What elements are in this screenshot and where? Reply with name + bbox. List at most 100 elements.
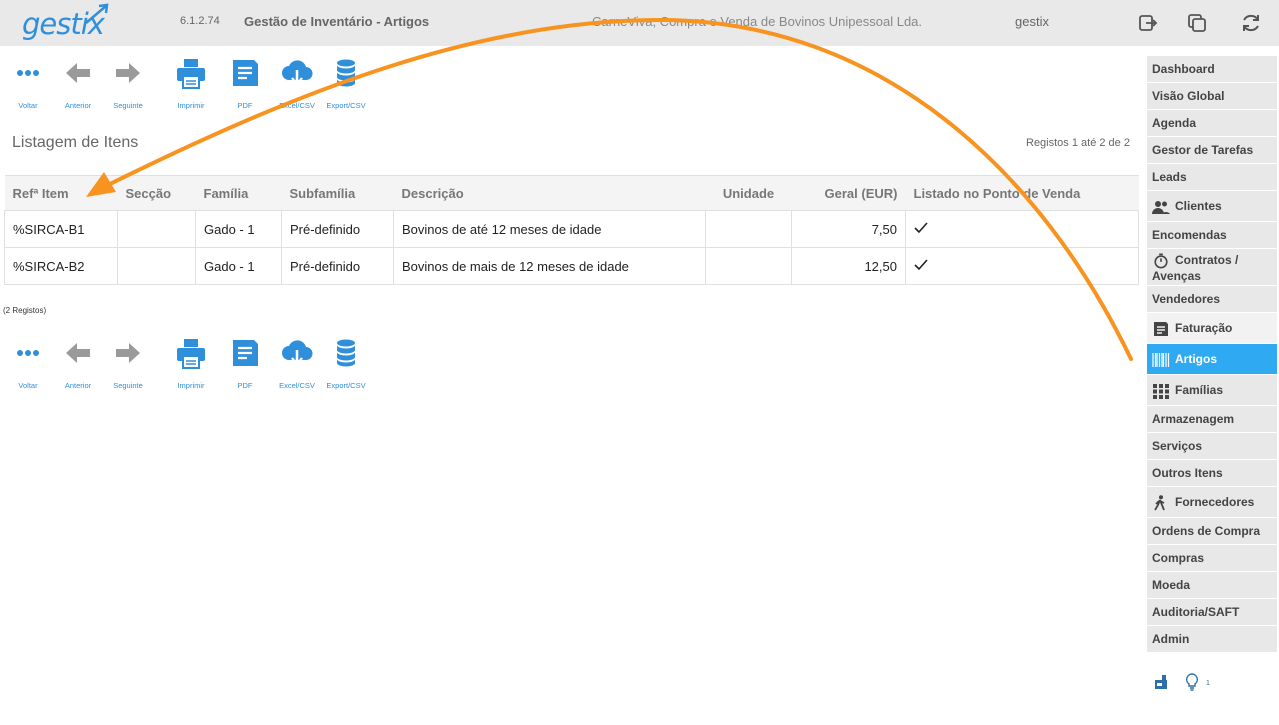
sidebar-item-armazenagem[interactable]: Armazenagem: [1147, 406, 1277, 433]
pdf-label: PDF: [237, 101, 253, 110]
refresh-icon[interactable]: [1240, 12, 1262, 34]
sidebar-item-label: Visão Global: [1152, 89, 1225, 103]
sidebar-item-label: Famílias: [1175, 383, 1224, 397]
sidebar-item-label: Fornecedores: [1175, 495, 1255, 509]
sidebar-item-compras[interactable]: Compras: [1147, 545, 1277, 572]
sidebar-item-outros-itens[interactable]: Outros Itens: [1147, 460, 1277, 487]
more-dots-icon: [17, 70, 39, 76]
excel-csv-button[interactable]: Excel/CSV: [269, 338, 325, 394]
cell-ref[interactable]: %SIRCA-B2: [4, 247, 118, 285]
anterior-label: Anterior: [64, 381, 92, 390]
sidebar-item-label: Vendedores: [1152, 292, 1221, 306]
cell-geral: 12,50: [791, 247, 906, 285]
cell-seccao: [117, 247, 196, 285]
col-seccao[interactable]: Secção: [117, 175, 196, 211]
sidebar-item-encomendas[interactable]: Encomendas: [1147, 222, 1277, 249]
cloud-download-icon: [282, 60, 313, 86]
copy-window-icon[interactable]: [1186, 12, 1208, 34]
logo-arrow-icon: [85, 3, 109, 24]
cell-unidade: [705, 247, 792, 285]
anterior-button[interactable]: Anterior: [50, 58, 106, 114]
table-row[interactable]: %SIRCA-B1 Gado - 1 Pré-definido Bovinos …: [4, 210, 1139, 248]
imprimir-button[interactable]: Imprimir: [163, 338, 219, 394]
export-csv-button[interactable]: Export/CSV: [318, 338, 374, 394]
export-csv-button[interactable]: Export/CSV: [318, 58, 374, 114]
more-dots-icon: [17, 350, 39, 356]
sidebar-item-label: Gestor de Tarefas: [1152, 143, 1254, 157]
sidebar-item-auditoria[interactable]: Auditoria/SAFT: [1147, 599, 1277, 626]
col-familia[interactable]: Família: [195, 175, 282, 211]
sidebar-item-dashboard[interactable]: Dashboard: [1147, 56, 1277, 83]
pdf-button[interactable]: PDF: [217, 58, 273, 114]
col-listado[interactable]: Listado no Ponto de Venda: [905, 175, 1139, 211]
cell-listado: [905, 210, 1139, 248]
records-range: Registos 1 até 2 de 2: [1026, 137, 1130, 149]
sidebar-item-moeda[interactable]: Moeda: [1147, 572, 1277, 599]
sidebar-item-label: Admin: [1152, 632, 1190, 646]
seguinte-label: Seguinte: [113, 101, 143, 110]
walking-person-icon: [1154, 495, 1165, 511]
save-icon[interactable]: [1153, 674, 1169, 690]
seguinte-button[interactable]: Seguinte: [100, 338, 156, 394]
voltar-label: Voltar: [18, 381, 38, 390]
users-icon: [1152, 200, 1170, 214]
pdf-document-icon: [233, 340, 258, 366]
sidebar-item-clientes[interactable]: Clientes: [1147, 191, 1277, 222]
module-title: Gestão de Inventário - Artigos: [244, 14, 430, 29]
company-name: CarneViva, Compra e Venda de Bovinos Uni…: [592, 14, 923, 29]
voltar-button[interactable]: Voltar: [0, 338, 56, 394]
sidebar-item-familias[interactable]: Famílias: [1147, 375, 1277, 406]
col-ref[interactable]: Refª Item: [4, 175, 118, 211]
cell-descricao: Bovinos de até 12 meses de idade: [393, 210, 706, 248]
sidebar-item-label: Armazenagem: [1152, 412, 1235, 426]
col-descricao[interactable]: Descrição: [393, 175, 706, 211]
voltar-button[interactable]: Voltar: [0, 58, 56, 114]
pdf-button[interactable]: PDF: [217, 338, 273, 394]
sidebar-item-fornecedores[interactable]: Fornecedores: [1147, 487, 1277, 518]
sidebar-item-label: Compras: [1152, 551, 1205, 565]
imprimir-label: Imprimir: [177, 101, 205, 110]
arrow-left-icon: [66, 63, 90, 83]
col-subfamilia[interactable]: Subfamília: [281, 175, 394, 211]
sidebar-item-label: Agenda: [1152, 116, 1197, 130]
sidebar-item-faturacao[interactable]: Faturação: [1147, 313, 1277, 344]
col-unidade[interactable]: Unidade: [705, 175, 792, 211]
lightbulb-icon[interactable]: [1185, 673, 1199, 691]
sidebar-item-leads[interactable]: Leads: [1147, 164, 1277, 191]
sidebar-item-admin[interactable]: Admin: [1147, 626, 1277, 653]
printer-icon: [177, 339, 205, 369]
sidebar-item-servicos[interactable]: Serviços: [1147, 433, 1277, 460]
sidebar-item-contratos[interactable]: Contratos / Avenças: [1147, 249, 1277, 286]
imprimir-button[interactable]: Imprimir: [163, 58, 219, 114]
logout-icon[interactable]: [1137, 12, 1159, 34]
sidebar-item-visao-global[interactable]: Visão Global: [1147, 83, 1277, 110]
cell-descricao: Bovinos de mais de 12 meses de idade: [393, 247, 706, 285]
col-geral[interactable]: Geral (EUR): [791, 175, 906, 211]
barcode-icon: [1152, 352, 1170, 367]
sidebar-item-ordens-compra[interactable]: Ordens de Compra: [1147, 518, 1277, 545]
sidebar-item-artigos[interactable]: Artigos: [1147, 344, 1277, 375]
excel-csv-button[interactable]: Excel/CSV: [269, 58, 325, 114]
sidebar-item-agenda[interactable]: Agenda: [1147, 110, 1277, 137]
cell-geral: 7,50: [791, 210, 906, 248]
toolbar-bottom: Voltar Anterior Seguinte Imprimir PDF Ex…: [0, 338, 400, 394]
cell-listado: [905, 247, 1139, 285]
pdf-document-icon: [233, 60, 258, 86]
sidebar-item-vendedores[interactable]: Vendedores: [1147, 286, 1277, 313]
arrow-right-icon: [116, 63, 140, 83]
seguinte-button[interactable]: Seguinte: [100, 58, 156, 114]
table-header-row: Refª Item Secção Família Subfamília Desc…: [4, 175, 1139, 211]
arrow-right-icon: [116, 343, 140, 363]
grid-icon: [1153, 383, 1169, 399]
sidebar-item-gestor-tarefas[interactable]: Gestor de Tarefas: [1147, 137, 1277, 164]
sidebar-item-label: Outros Itens: [1152, 466, 1223, 480]
cell-ref[interactable]: %SIRCA-B1: [4, 210, 118, 248]
database-icon: [337, 59, 355, 87]
database-icon: [337, 339, 355, 367]
anterior-button[interactable]: Anterior: [50, 338, 106, 394]
user-name[interactable]: gestix: [1015, 14, 1049, 29]
voltar-label: Voltar: [18, 101, 38, 110]
table-row[interactable]: %SIRCA-B2 Gado - 1 Pré-definido Bovinos …: [4, 247, 1139, 285]
excel-csv-label: Excel/CSV: [279, 381, 315, 390]
cell-subfamilia: Pré-definido: [281, 210, 394, 248]
